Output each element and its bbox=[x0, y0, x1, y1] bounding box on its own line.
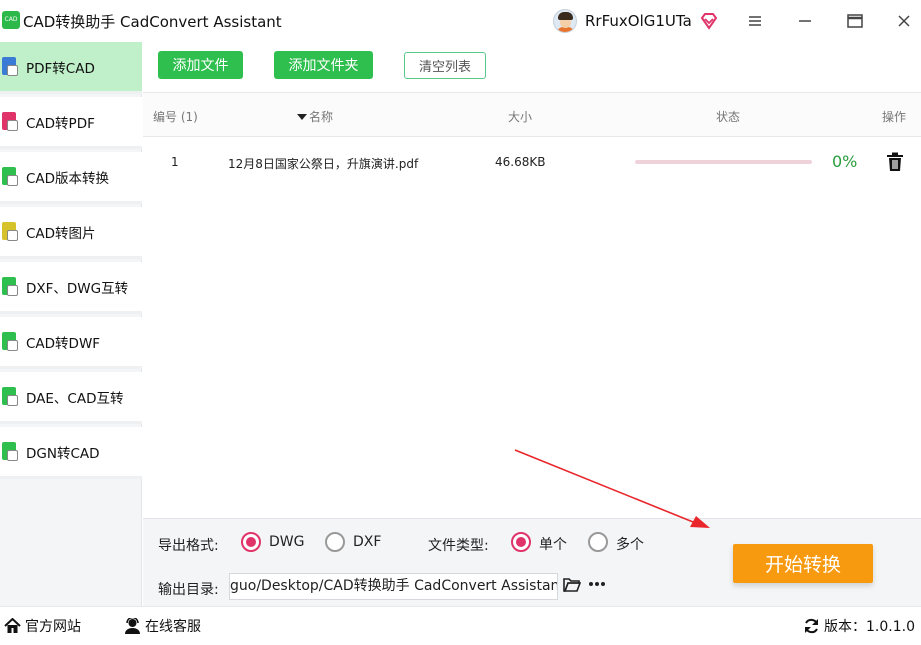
dgn-to-cad-icon bbox=[2, 441, 18, 462]
clear-list-button[interactable]: 清空列表 bbox=[404, 52, 486, 79]
vip-diamond-icon[interactable] bbox=[700, 12, 718, 30]
file-type-label: 文件类型: bbox=[428, 538, 489, 554]
close-icon[interactable] bbox=[893, 10, 915, 32]
sidebar-item-label: DXF、DWG互转 bbox=[26, 280, 129, 297]
type-single-label[interactable]: 单个 bbox=[539, 534, 567, 554]
column-header-name[interactable]: 名称 bbox=[297, 108, 333, 125]
type-multi-label[interactable]: 多个 bbox=[616, 534, 644, 554]
cad-version-icon bbox=[2, 166, 18, 187]
official-website-label: 官方网站 bbox=[25, 619, 81, 635]
version-label: 版本：1.0.1.0 bbox=[824, 619, 915, 635]
support-agent-icon bbox=[125, 618, 140, 634]
column-header-name-label: 名称 bbox=[309, 110, 334, 124]
delete-icon[interactable] bbox=[886, 152, 904, 172]
dxf-dwg-icon bbox=[2, 276, 18, 297]
sidebar-item-label: PDF转CAD bbox=[26, 60, 95, 77]
minimize-icon[interactable] bbox=[794, 10, 816, 32]
avatar[interactable] bbox=[553, 9, 577, 33]
user-account[interactable]: RrFuxOlG1UTa bbox=[553, 9, 718, 33]
cad-to-pdf-icon bbox=[2, 111, 18, 132]
row-file-name: 12月8日国家公祭日，升旗演讲.pdf bbox=[228, 157, 419, 171]
title-bar: CAD CAD转换助手 CadConvert Assistant RrFuxOl… bbox=[0, 0, 921, 42]
online-support-link[interactable]: 在线客服 bbox=[124, 616, 201, 636]
output-dir-label: 输出目录: bbox=[158, 582, 219, 598]
export-format-label: 导出格式: bbox=[158, 538, 219, 554]
sidebar-item-dxf-dwg[interactable]: DXF、DWG互转 bbox=[0, 262, 142, 314]
sidebar-item-label: DAE、CAD互转 bbox=[26, 390, 124, 407]
sidebar: PDF转CAD CAD转PDF CAD版本转换 CAD转图片 DXF、DWG互转… bbox=[0, 42, 142, 606]
table-row[interactable]: 1 12月8日国家公祭日，升旗演讲.pdf 46.68KB 0% bbox=[143, 138, 921, 188]
sidebar-item-label: CAD转DWF bbox=[26, 335, 101, 352]
type-multi-radio[interactable] bbox=[588, 532, 608, 552]
status-bar: 官方网站 在线客服 版本：1.0.1.0 bbox=[0, 606, 921, 645]
column-header-action: 操作 bbox=[882, 110, 907, 124]
app-title: CAD转换助手 CadConvert Assistant bbox=[23, 13, 282, 31]
pdf-to-cad-icon bbox=[2, 56, 18, 77]
type-single-radio[interactable] bbox=[511, 532, 531, 552]
sort-desc-icon bbox=[297, 113, 307, 120]
sidebar-item-label: CAD版本转换 bbox=[26, 170, 110, 187]
more-options-icon[interactable] bbox=[588, 581, 606, 587]
refresh-icon bbox=[805, 618, 818, 634]
app-window: CAD CAD转换助手 CadConvert Assistant RrFuxOl… bbox=[0, 0, 921, 645]
add-file-button[interactable]: 添加文件 bbox=[158, 51, 243, 79]
home-icon bbox=[4, 618, 21, 633]
start-convert-button[interactable]: 开始转换 bbox=[733, 544, 873, 583]
column-header-index[interactable]: 编号 (1) bbox=[153, 108, 198, 125]
row-progress-percent: 0% bbox=[832, 152, 858, 171]
sidebar-item-pdf-to-cad[interactable]: PDF转CAD bbox=[0, 42, 142, 94]
column-header-size[interactable]: 大小 bbox=[508, 108, 532, 125]
format-dwg-label[interactable]: DWG bbox=[269, 534, 304, 550]
menu-icon[interactable] bbox=[744, 10, 766, 32]
sidebar-item-cad-to-dwf[interactable]: CAD转DWF bbox=[0, 317, 142, 369]
add-folder-button[interactable]: 添加文件夹 bbox=[274, 51, 373, 79]
sidebar-item-label: DGN转CAD bbox=[26, 445, 100, 462]
app-logo-icon: CAD bbox=[2, 11, 20, 29]
format-dwg-radio[interactable] bbox=[241, 532, 261, 552]
row-file-size: 46.68KB bbox=[495, 155, 546, 169]
format-dxf-label[interactable]: DXF bbox=[353, 534, 381, 550]
cad-to-image-icon bbox=[2, 221, 18, 242]
sidebar-item-cad-version[interactable]: CAD版本转换 bbox=[0, 152, 142, 204]
format-dxf-radio[interactable] bbox=[325, 532, 345, 552]
username[interactable]: RrFuxOlG1UTa bbox=[585, 12, 692, 30]
column-header-status[interactable]: 状态 bbox=[716, 108, 740, 125]
sidebar-item-dae-cad[interactable]: DAE、CAD互转 bbox=[0, 372, 142, 424]
sidebar-item-cad-to-pdf[interactable]: CAD转PDF bbox=[0, 97, 142, 149]
maximize-icon[interactable] bbox=[844, 10, 866, 32]
cad-to-dwf-icon bbox=[2, 331, 18, 352]
sidebar-item-dgn-to-cad[interactable]: DGN转CAD bbox=[0, 427, 142, 479]
row-progress-bar bbox=[635, 160, 812, 164]
folder-open-icon[interactable] bbox=[563, 577, 581, 593]
dae-cad-icon bbox=[2, 386, 18, 407]
file-table-header: 编号 (1) 名称 大小 状态 操作 bbox=[143, 92, 921, 137]
sidebar-item-label: CAD转图片 bbox=[26, 225, 96, 242]
online-support-label: 在线客服 bbox=[145, 619, 201, 635]
version-info[interactable]: 版本：1.0.1.0 bbox=[803, 616, 915, 636]
sidebar-item-cad-to-image[interactable]: CAD转图片 bbox=[0, 207, 142, 259]
official-website-link[interactable]: 官方网站 bbox=[4, 616, 81, 636]
output-path-field[interactable]: guo/Desktop/CAD转换助手 CadConvert Assistant bbox=[229, 573, 558, 600]
options-panel: 导出格式: DWG DXF 文件类型: 单个 多个 输出目录: guo/Desk… bbox=[143, 518, 921, 606]
row-index: 1 bbox=[171, 155, 179, 169]
sidebar-item-label: CAD转PDF bbox=[26, 115, 95, 132]
